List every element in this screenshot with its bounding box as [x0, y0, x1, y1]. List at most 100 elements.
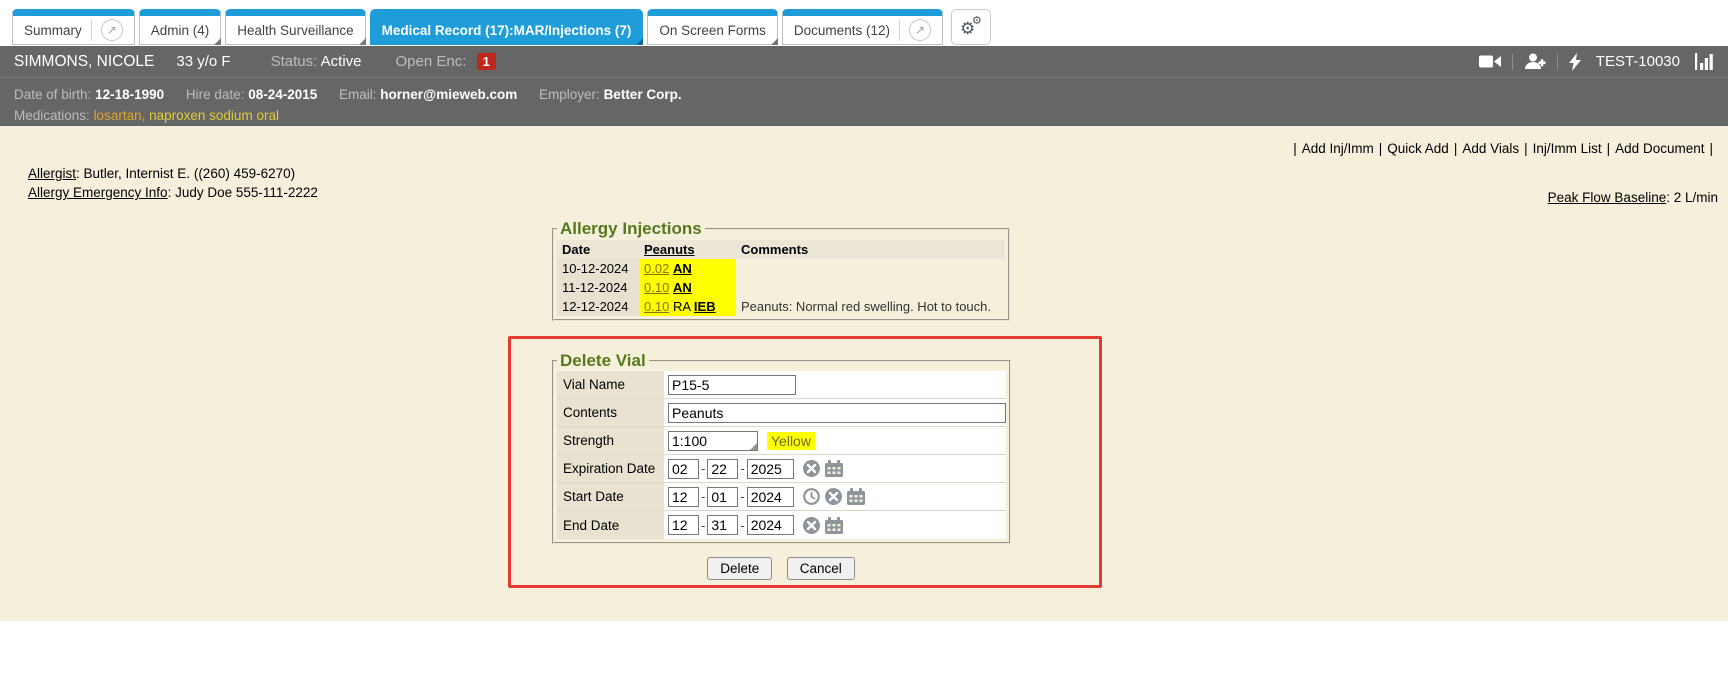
- calendar-icon[interactable]: [825, 460, 843, 477]
- table-row: 10-12-2024 0.02 AN: [557, 259, 1005, 278]
- clear-date-icon[interactable]: [803, 517, 820, 534]
- popout-arrow-icon: ↗: [909, 19, 931, 41]
- dob-label: Date of birth:: [14, 87, 91, 102]
- tab-on-screen-forms[interactable]: On Screen Forms: [647, 9, 778, 45]
- settings-button[interactable]: ⚙ ⚙: [951, 9, 991, 45]
- injection-dose-cell: 0.10 RA IEB: [639, 297, 736, 316]
- popout-arrow-icon: ↗: [101, 19, 123, 41]
- end-year-input[interactable]: [747, 515, 794, 535]
- medication-link-losartan[interactable]: losartan: [94, 108, 142, 123]
- link-add-inj-imm[interactable]: Add Inj/Imm: [1302, 141, 1374, 156]
- dose-link[interactable]: 0.10: [644, 299, 669, 314]
- column-header-peanuts: Peanuts: [639, 240, 736, 259]
- tab-fold-icon: [359, 38, 366, 45]
- strength-input[interactable]: [668, 431, 758, 451]
- status-value: Active: [321, 53, 362, 70]
- divider: [1557, 54, 1558, 70]
- cancel-button[interactable]: Cancel: [787, 557, 855, 580]
- tab-documents[interactable]: Documents (12) ↗: [782, 9, 943, 45]
- allergist-line: Allergist: Butler, Internist E. ((260) 4…: [28, 164, 318, 183]
- tab-documents-popout[interactable]: ↗: [899, 19, 931, 41]
- injection-dose-cell: 0.10 AN: [639, 278, 736, 297]
- pipe-separator: |: [1524, 141, 1528, 156]
- link-add-vials[interactable]: Add Vials: [1462, 141, 1519, 156]
- link-add-document[interactable]: Add Document: [1615, 141, 1704, 156]
- clear-date-icon[interactable]: [803, 460, 820, 477]
- dose-link[interactable]: 0.02: [644, 261, 669, 276]
- divider: [1512, 54, 1513, 70]
- open-enc: Open Enc: 1: [396, 53, 496, 70]
- end-month-input[interactable]: [668, 515, 699, 535]
- allergy-injections-table: Date Peanuts Comments 10-12-2024 0.02 AN: [557, 240, 1005, 316]
- link-inj-imm-list[interactable]: Inj/Imm List: [1533, 141, 1602, 156]
- email-label: Email:: [339, 87, 377, 102]
- main-content: |Add Inj/Imm|Quick Add|Add Vials|Inj/Imm…: [0, 126, 1728, 621]
- start-date-label: Start Date: [557, 483, 664, 510]
- tab-medical-record[interactable]: Medical Record (17):MAR/Injections (7): [370, 9, 644, 45]
- tab-fold-icon: [771, 38, 778, 45]
- form-row-strength: Strength Yellow: [557, 427, 1006, 455]
- add-user-icon[interactable]: [1524, 53, 1546, 70]
- tab-health-surveillance[interactable]: Health Surveillance: [225, 9, 365, 45]
- medication-link-naproxen[interactable]: naproxen sodium oral: [149, 108, 279, 123]
- expiration-month-input[interactable]: [668, 459, 699, 479]
- tab-summary[interactable]: Summary ↗: [12, 9, 135, 45]
- delete-vial-panel: Delete Vial Vial Name Contents Strength …: [552, 351, 1011, 544]
- delete-vial-title: Delete Vial: [557, 351, 649, 371]
- page-bottom: [0, 621, 1728, 687]
- allergist-link[interactable]: Allergist: [28, 166, 76, 181]
- allergy-emergency-line: Allergy Emergency Info: Judy Doe 555-111…: [28, 183, 318, 202]
- allergy-emergency-link[interactable]: Allergy Emergency Info: [28, 185, 168, 200]
- lightning-icon[interactable]: [1569, 53, 1581, 71]
- clock-icon[interactable]: [803, 488, 820, 505]
- bar-chart-icon[interactable]: [1695, 53, 1714, 70]
- tab-fold-icon: [214, 38, 221, 45]
- employer-value: Better Corp.: [604, 87, 682, 102]
- table-row: 12-12-2024 0.10 RA IEB Peanuts: Normal r…: [557, 297, 1005, 316]
- injection-comment: Peanuts: Normal red swelling. Hot to tou…: [736, 297, 1005, 316]
- form-row-vial-name: Vial Name: [557, 371, 1006, 399]
- date-separator: -: [701, 489, 705, 504]
- pipe-separator: |: [1709, 141, 1713, 156]
- calendar-icon[interactable]: [847, 488, 865, 505]
- reaction-code-link[interactable]: IEB: [694, 299, 716, 314]
- start-day-input[interactable]: [707, 487, 738, 507]
- calendar-icon[interactable]: [825, 517, 843, 534]
- start-month-input[interactable]: [668, 487, 699, 507]
- end-date-label: End Date: [557, 511, 664, 539]
- peanuts-header-link[interactable]: Peanuts: [644, 242, 695, 257]
- tab-bar: Summary ↗ Admin (4) Health Surveillance …: [0, 0, 1728, 46]
- form-row-expiration-date: Expiration Date --: [557, 455, 1006, 483]
- expiration-year-input[interactable]: [747, 459, 794, 479]
- dob-value: 12-18-1990: [95, 87, 164, 102]
- tab-on-screen-forms-label: On Screen Forms: [659, 23, 766, 38]
- action-links: |Add Inj/Imm|Quick Add|Add Vials|Inj/Imm…: [1288, 141, 1718, 156]
- form-row-start-date: Start Date - -: [557, 483, 1006, 511]
- video-camera-icon[interactable]: [1479, 54, 1501, 69]
- clear-date-icon[interactable]: [825, 488, 842, 505]
- date-separator: -: [740, 489, 744, 504]
- tab-summary-popout[interactable]: ↗: [91, 19, 123, 41]
- contents-input[interactable]: [668, 403, 1006, 423]
- hire-date-value: 08-24-2015: [248, 87, 317, 102]
- end-day-input[interactable]: [707, 515, 738, 535]
- patient-header-bar: SIMMONS, NICOLE 33 y/o F Status: Active …: [0, 46, 1728, 77]
- link-quick-add[interactable]: Quick Add: [1387, 141, 1449, 156]
- reaction-code-link[interactable]: AN: [673, 261, 692, 276]
- vial-name-input[interactable]: [668, 375, 796, 395]
- expiration-day-input[interactable]: [707, 459, 738, 479]
- injection-date: 12-12-2024: [557, 297, 639, 316]
- pipe-separator: |: [1454, 141, 1458, 156]
- hire-date-label: Hire date:: [186, 87, 245, 102]
- medication-separator: ,: [142, 108, 146, 123]
- reaction-code-link[interactable]: AN: [673, 280, 692, 295]
- patient-id: TEST-10030: [1596, 53, 1680, 70]
- tab-admin[interactable]: Admin (4): [139, 9, 222, 45]
- allergist-value: : Butler, Internist E. ((260) 459-6270): [76, 166, 295, 181]
- start-year-input[interactable]: [747, 487, 794, 507]
- delete-button[interactable]: Delete: [707, 557, 772, 580]
- open-enc-badge[interactable]: 1: [477, 53, 496, 70]
- peak-flow-link[interactable]: Peak Flow Baseline: [1548, 190, 1667, 205]
- tab-medical-record-label: Medical Record (17):MAR/Injections (7): [382, 23, 632, 38]
- dose-link[interactable]: 0.10: [644, 280, 669, 295]
